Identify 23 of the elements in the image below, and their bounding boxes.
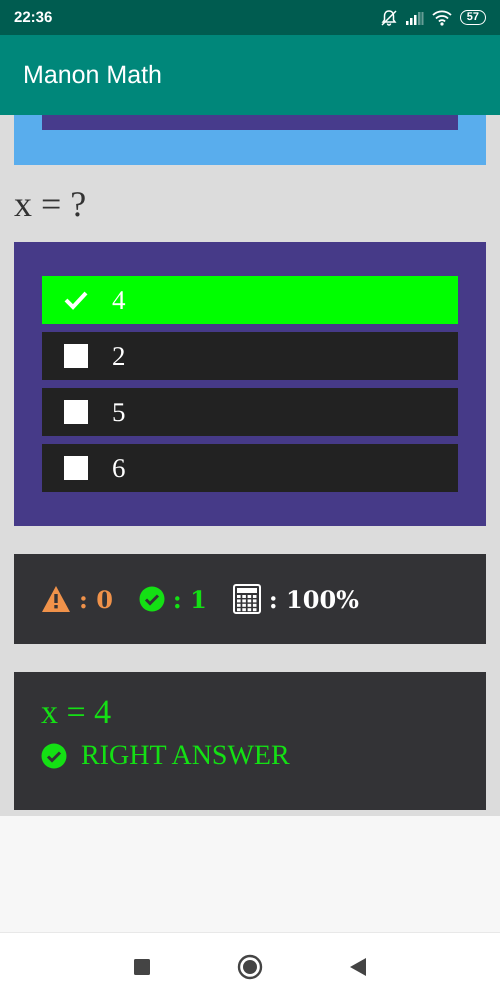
stat-value: : 1 (172, 584, 207, 614)
answer-option[interactable]: 5 (42, 388, 458, 436)
check-circle-icon (41, 743, 67, 769)
stat-value: : 100% (268, 584, 359, 614)
question-prompt: x = ? (14, 182, 88, 226)
home-icon[interactable] (237, 954, 263, 980)
wifi-icon (432, 10, 452, 26)
bell-off-icon (380, 8, 398, 26)
app-title: Manon Math (23, 60, 162, 90)
stat-value: : 0 (79, 584, 113, 614)
checkbox-icon (64, 400, 88, 424)
clock-time: 22:36 (14, 9, 52, 26)
checkbox-icon (64, 456, 88, 480)
result-message: RIGHT ANSWER (81, 740, 290, 772)
signal-icon (406, 10, 424, 24)
checkbox-icon (64, 344, 88, 368)
check-icon (64, 290, 88, 310)
answer-option[interactable]: 6 (42, 444, 458, 492)
recents-icon[interactable] (133, 958, 151, 976)
back-icon[interactable] (349, 956, 367, 976)
answer-option[interactable]: 2 (42, 332, 458, 380)
battery-level: 57 (460, 10, 486, 25)
result-equation: x = 4 (41, 694, 112, 732)
